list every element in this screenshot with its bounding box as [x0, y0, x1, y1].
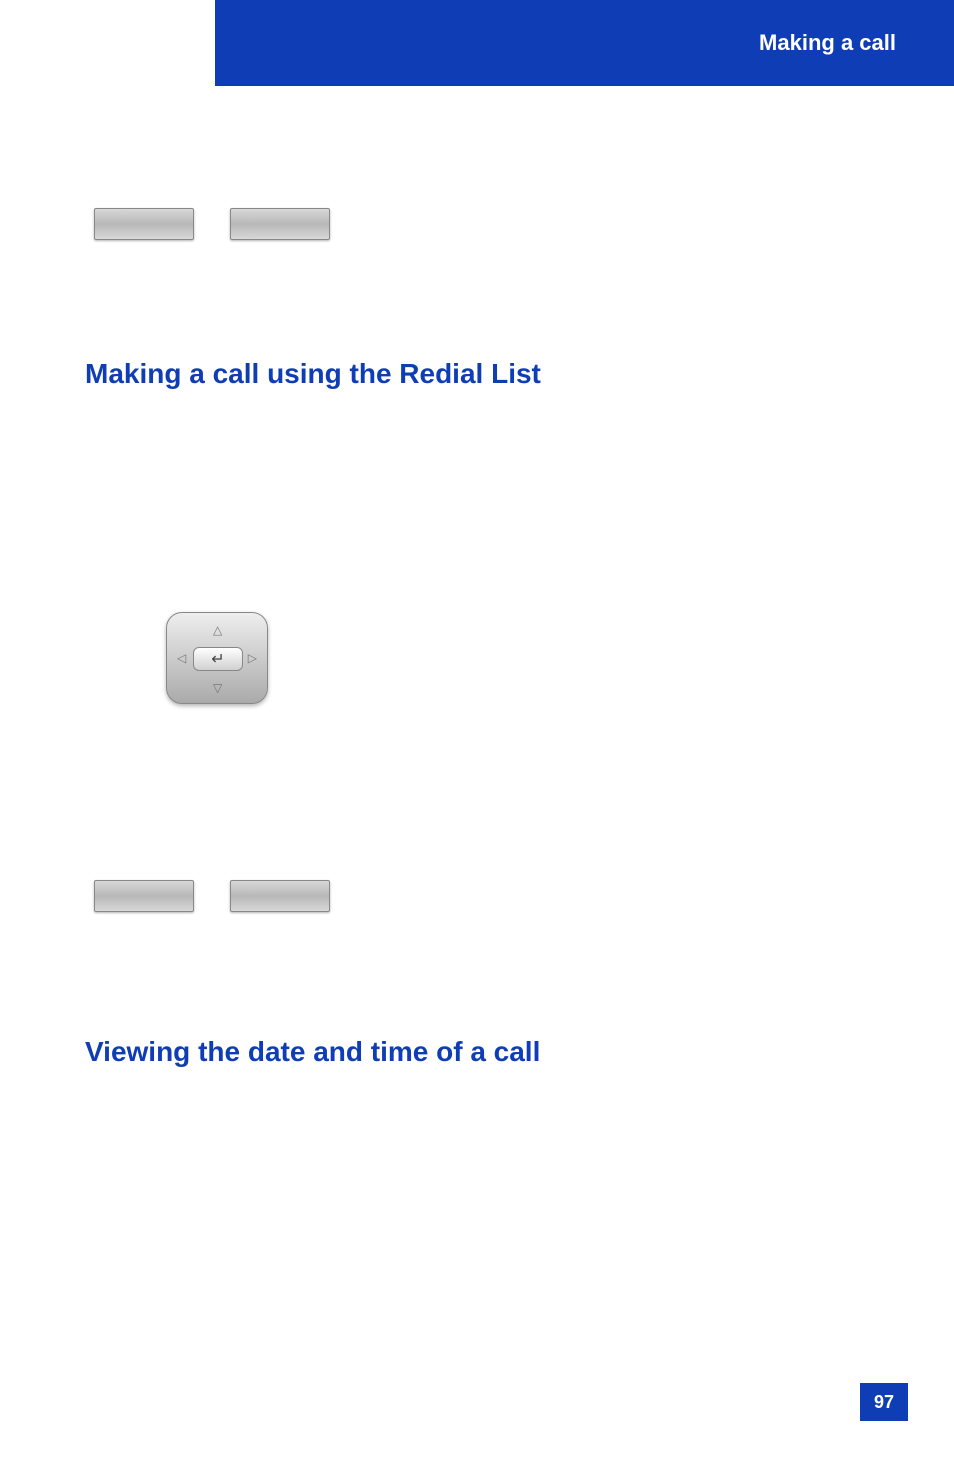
- page-header: Making a call: [215, 0, 954, 86]
- softkey-right-icon: [230, 208, 330, 240]
- enter-arrow-icon: ↵: [211, 649, 224, 669]
- arrow-right-icon: ▷: [248, 651, 257, 665]
- heading-viewing-datetime: Viewing the date and time of a call: [85, 1036, 540, 1068]
- page-number: 97: [874, 1392, 894, 1413]
- arrow-up-icon: △: [213, 623, 222, 637]
- heading-redial-list: Making a call using the Redial List: [85, 358, 541, 390]
- softkey-row-2: [94, 880, 330, 912]
- header-title: Making a call: [759, 30, 896, 56]
- enter-key-icon: ↵: [193, 647, 243, 671]
- navigation-key-icon: △ ▽ ◁ ▷ ↵: [166, 612, 268, 704]
- softkey-right-icon: [230, 880, 330, 912]
- softkey-left-icon: [94, 208, 194, 240]
- arrow-down-icon: ▽: [213, 681, 222, 695]
- arrow-left-icon: ◁: [177, 651, 186, 665]
- page-number-box: 97: [860, 1383, 908, 1421]
- softkey-row-1: [94, 208, 330, 240]
- navigation-key-body: △ ▽ ◁ ▷ ↵: [166, 612, 268, 704]
- softkey-left-icon: [94, 880, 194, 912]
